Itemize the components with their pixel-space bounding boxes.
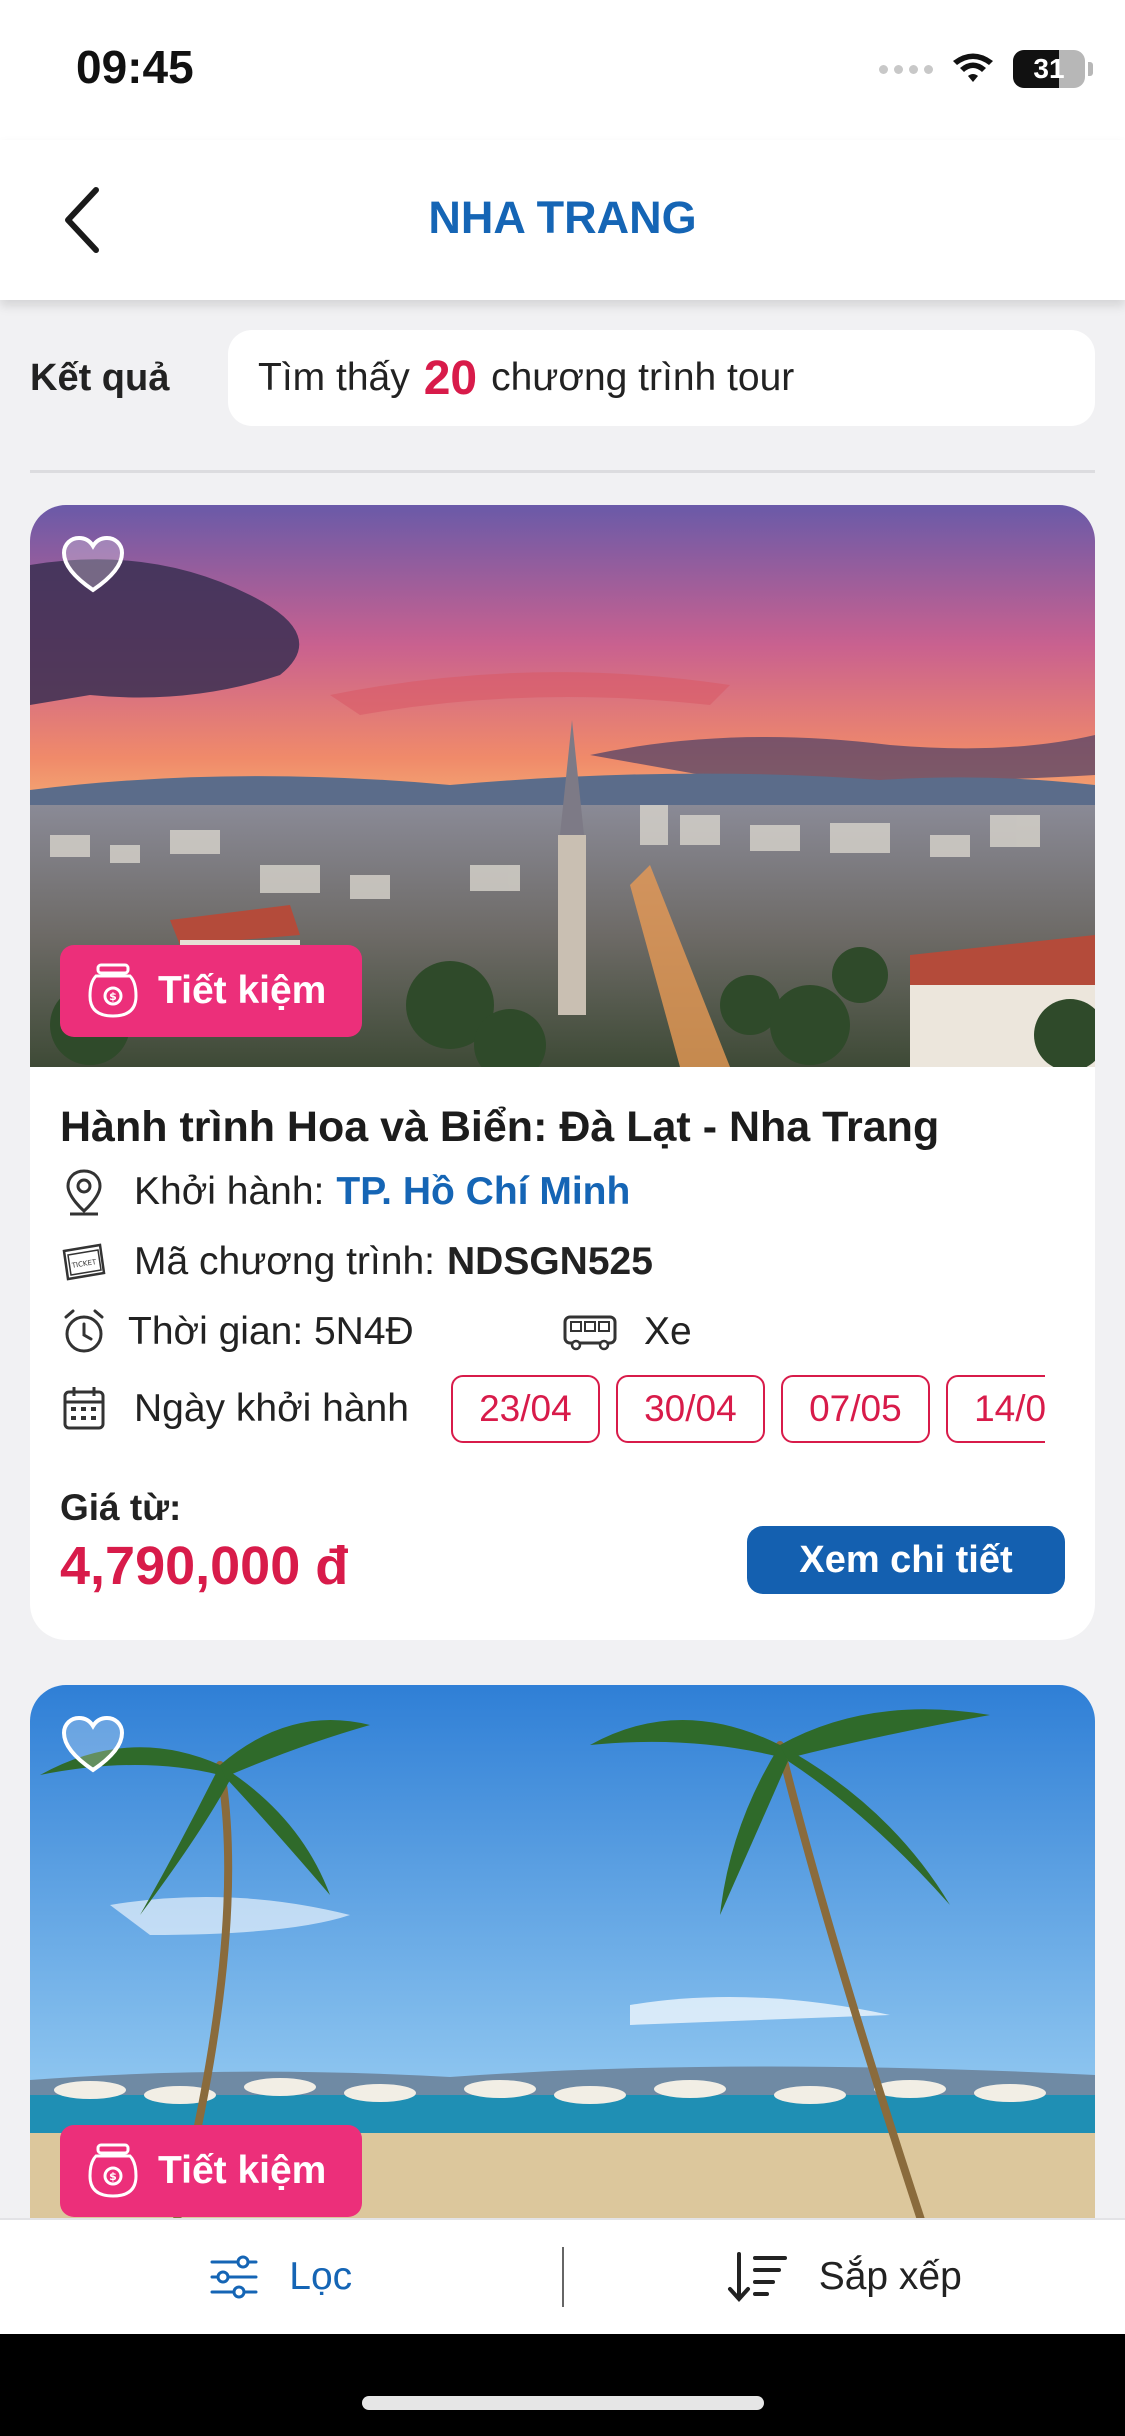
dates-row: Ngày khởi hành 23/04 30/04 07/05 14/05 [60,1367,1065,1451]
tour-list[interactable]: Kết quả Tìm thấy 20 chương trình tour $ … [0,300,1125,2218]
tour-title: Hành trình Hoa và Biển: Đà Lạt - Nha Tra… [60,1103,940,1151]
date-chip[interactable]: 07/05 [780,1375,930,1443]
departure-dates[interactable]: 23/04 30/04 07/05 14/05 [450,1375,1045,1443]
filter-button[interactable]: Lọc [0,2254,562,2300]
departure-row: Khởi hành: TP. Hồ Chí Minh [60,1157,1065,1227]
status-bar: 09:45 31 [0,0,1125,140]
wifi-icon [953,53,993,82]
code-row: TICKET Mã chương trình: NDSGN525 [60,1227,1065,1297]
cellular-signal-icon [879,64,933,74]
home-indicator-area [0,2334,1125,2436]
duration-label: Thời gian: 5N4Đ [128,1310,414,1353]
date-chip[interactable]: 30/04 [615,1375,765,1443]
tour-info: Hành trình Hoa và Biển: Đà Lạt - Nha Tra… [30,1067,1095,1597]
date-chip[interactable]: 23/04 [450,1375,600,1443]
results-suffix: chương trình tour [491,356,795,399]
results-box: Tìm thấy 20 chương trình tour [228,330,1095,426]
status-time: 09:45 [76,41,194,93]
sort-label: Sắp xếp [818,2255,962,2298]
tour-image[interactable]: $ Tiết kiệm [30,505,1095,1067]
bus-icon [563,1315,617,1351]
svg-text:$: $ [109,990,117,1003]
badge-label: Tiết kiệm [158,969,327,1012]
duration-row: Thời gian: 5N4Đ Xe [60,1297,1065,1367]
results-prefix: Tìm thấy [258,356,410,399]
code-value: NDSGN525 [446,1240,653,1283]
bottom-toolbar: Lọc Sắp xếp [0,2218,1125,2334]
page-title: NHA TRANG [428,192,697,243]
departure-label: Khởi hành: [134,1170,325,1213]
departure-value: TP. Hồ Chí Minh [336,1170,631,1213]
home-indicator[interactable] [362,2396,764,2410]
saving-badge: $ Tiết kiệm [60,2125,362,2217]
tour-card[interactable]: $ Tiết kiệm [30,1685,1095,2218]
code-label: Mã chương trình: [134,1240,435,1283]
header: NHA TRANG [0,140,1125,300]
saving-badge: $ Tiết kiệm [60,945,362,1037]
date-chip[interactable]: 14/05 [945,1375,1045,1443]
tour-card[interactable]: $ Tiết kiệm Hành trình Hoa và Biển: Đà L… [30,505,1095,1640]
location-pin-icon [66,1169,102,1216]
filter-sliders-icon [210,2255,258,2299]
calendar-icon [63,1387,105,1430]
svg-text:$: $ [109,2170,117,2183]
sort-button[interactable]: Sắp xếp [564,2250,1125,2304]
svg-text:TICKET: TICKET [70,1258,97,1270]
favorite-heart-icon[interactable] [60,1715,126,1775]
results-summary: Kết quả Tìm thấy 20 chương trình tour [30,330,1095,426]
results-label: Kết quả [30,356,170,399]
status-icons: 31 [879,44,1093,94]
favorite-heart-icon[interactable] [60,535,126,595]
transport-label: Xe [644,1310,692,1353]
price-label: Giá từ: [60,1487,182,1528]
alarm-clock-icon [64,1309,104,1353]
tour-image[interactable]: $ Tiết kiệm [30,1685,1095,2218]
ticket-icon: TICKET [62,1243,106,1281]
battery-level: 31 [1033,53,1065,84]
battery-icon: 31 [1013,50,1093,88]
piggy-jar-icon: $ [88,2143,138,2198]
sort-icon [727,2252,787,2302]
filter-label: Lọc [289,2255,353,2298]
dates-label: Ngày khởi hành [134,1387,409,1430]
badge-label: Tiết kiệm [158,2149,327,2192]
results-count: 20 [423,351,478,405]
view-details-button[interactable]: Xem chi tiết [747,1526,1065,1594]
piggy-jar-icon: $ [88,963,138,1018]
divider [30,470,1095,473]
